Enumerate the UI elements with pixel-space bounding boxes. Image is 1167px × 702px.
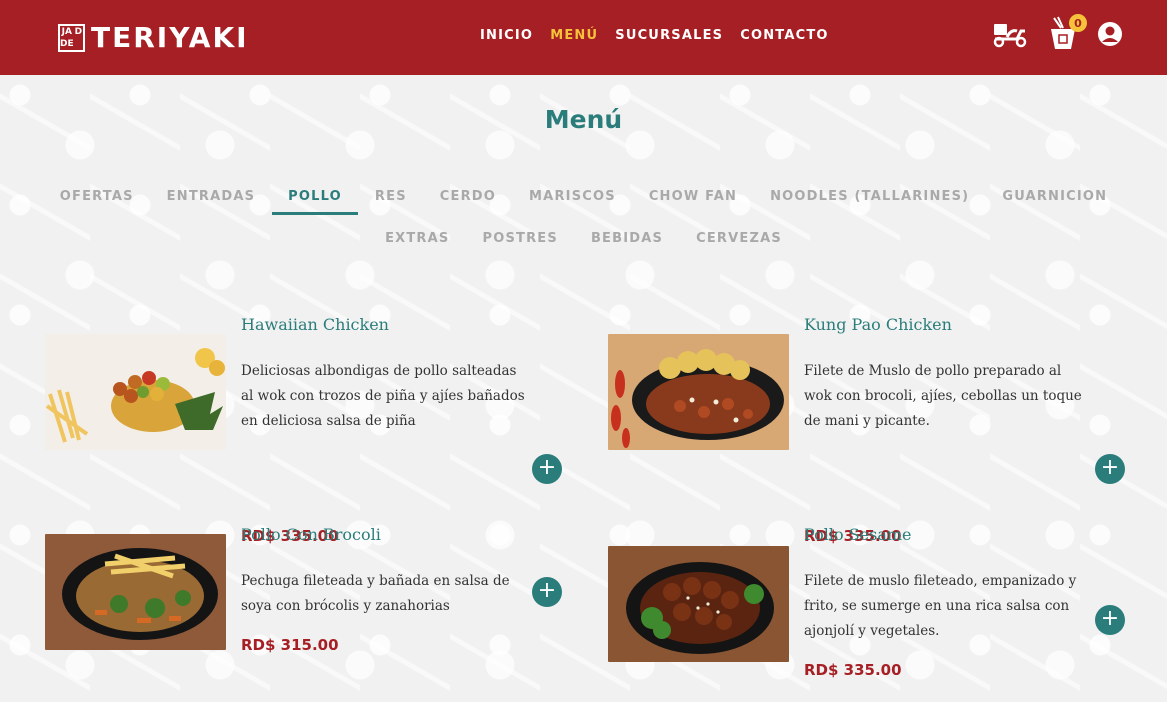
- add-to-cart-button[interactable]: +: [532, 454, 562, 484]
- tab-cervezas[interactable]: CERVEZAS: [696, 231, 782, 257]
- top-navbar: JA D DE TERIYAKI INICIO MENÚ SUCURSALES …: [0, 0, 1167, 75]
- tab-entradas[interactable]: ENTRADAS: [167, 189, 256, 215]
- menu-item-card: Pollo Sesame Filete de muslo fileteado, …: [608, 525, 1128, 695]
- tab-bebidas[interactable]: BEBIDAS: [591, 231, 663, 257]
- item-name[interactable]: Pollo Con Brocoli: [241, 525, 381, 545]
- add-to-cart-button[interactable]: +: [1095, 605, 1125, 635]
- menu-page: Menú OFERTAS ENTRADAS POLLO RES CERDO MA…: [0, 75, 1167, 702]
- scooter-icon[interactable]: [991, 19, 1029, 49]
- user-icon[interactable]: [1097, 21, 1123, 47]
- tab-cerdo[interactable]: CERDO: [440, 189, 496, 215]
- tab-mariscos[interactable]: MARISCOS: [529, 189, 616, 215]
- tab-pollo[interactable]: POLLO: [272, 189, 358, 215]
- tab-chow-fan[interactable]: CHOW FAN: [649, 189, 737, 215]
- item-name[interactable]: Hawaiian Chicken: [241, 315, 389, 335]
- logo[interactable]: JA D DE TERIYAKI: [58, 22, 249, 54]
- menu-item-card: Kung Pao Chicken Filete de Muslo de poll…: [608, 315, 1128, 545]
- menu-item-card: Pollo Con Brocoli Pechuga fileteada y ba…: [45, 525, 565, 695]
- main-nav: INICIO MENÚ SUCURSALES CONTACTO: [480, 28, 829, 44]
- category-tabs-row-1: OFERTAS ENTRADAS POLLO RES CERDO MARISCO…: [0, 189, 1167, 215]
- pollo-con-brocoli-photo: [45, 534, 226, 650]
- nav-sucursales[interactable]: SUCURSALES: [615, 28, 723, 44]
- pollo-sesame-photo: [608, 546, 789, 662]
- category-tabs-row-2: EXTRAS POSTRES BEBIDAS CERVEZAS: [0, 231, 1167, 257]
- nav-menu[interactable]: MENÚ: [550, 28, 598, 44]
- kung-pao-chicken-photo: [608, 334, 789, 450]
- item-name[interactable]: Kung Pao Chicken: [804, 315, 952, 335]
- item-price: RD$ 315.00: [241, 636, 339, 654]
- header-actions: 0: [991, 14, 1123, 52]
- item-description: Filete de Muslo de pollo preparado al wo…: [804, 363, 1082, 429]
- cart-button[interactable]: 0: [1049, 14, 1087, 52]
- hawaiian-chicken-photo: [45, 334, 226, 450]
- nav-contacto[interactable]: CONTACTO: [740, 28, 828, 44]
- page-title: Menú: [544, 105, 623, 134]
- item-name[interactable]: Pollo Sesame: [804, 525, 912, 545]
- logo-mark: JA D DE: [58, 24, 85, 52]
- item-description: Filete de muslo fileteado, empanizado y …: [804, 573, 1077, 639]
- item-description: Deliciosas albondigas de pollo salteadas…: [241, 363, 525, 429]
- tab-ofertas[interactable]: OFERTAS: [60, 189, 134, 215]
- add-to-cart-button[interactable]: +: [532, 577, 562, 607]
- logo-text: TERIYAKI: [91, 21, 249, 54]
- add-to-cart-button[interactable]: +: [1095, 454, 1125, 484]
- menu-item-card: Hawaiian Chicken Deliciosas albondigas d…: [45, 315, 565, 545]
- tab-guarnicion[interactable]: GUARNICION: [1002, 189, 1107, 215]
- cart-count-badge: 0: [1069, 14, 1087, 32]
- tab-noodles[interactable]: NOODLES (TALLARINES): [770, 189, 969, 215]
- nav-inicio[interactable]: INICIO: [480, 28, 533, 44]
- tab-postres[interactable]: POSTRES: [482, 231, 557, 257]
- item-price: RD$ 335.00: [804, 661, 902, 679]
- item-description: Pechuga fileteada y bañada en salsa de s…: [241, 573, 510, 614]
- tab-res[interactable]: RES: [375, 189, 407, 215]
- tab-extras[interactable]: EXTRAS: [385, 231, 449, 257]
